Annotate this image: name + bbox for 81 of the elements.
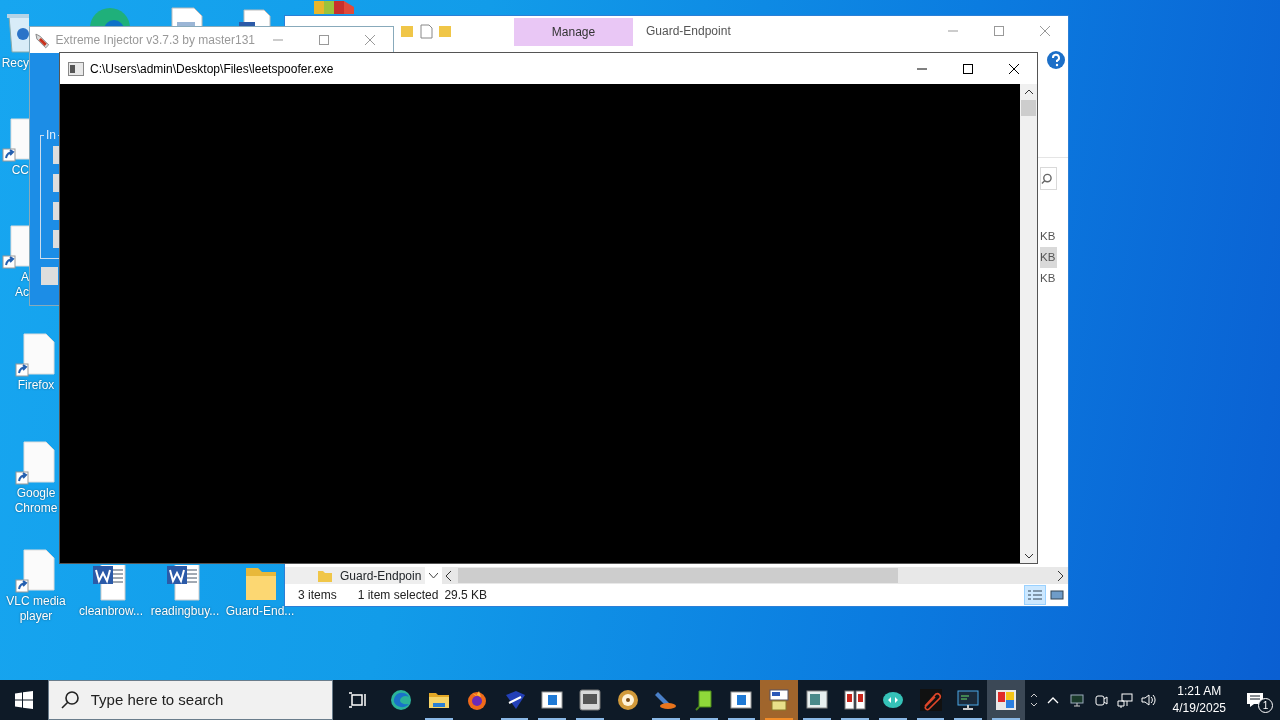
- clock-button[interactable]: 1:21 AM 4/19/2025: [1168, 680, 1231, 720]
- window-title: Guard-Endpoint: [646, 23, 731, 40]
- close-icon: [1040, 26, 1050, 36]
- ribbon-tab[interactable]: Manage: [514, 18, 633, 46]
- document-icon[interactable]: [170, 6, 204, 26]
- shortcut-file-icon[interactable]: [14, 330, 58, 378]
- search-box[interactable]: Type here to search: [47, 680, 334, 720]
- search-icon: [60, 691, 79, 709]
- swoosh-icon: [503, 689, 526, 711]
- paperclip-icon: [919, 689, 942, 711]
- icon-label[interactable]: Guard-End...: [225, 604, 295, 619]
- flame-icon: [465, 689, 488, 711]
- icon-label[interactable]: Google Chrome: [14, 486, 58, 516]
- maximize-icon: [963, 63, 973, 74]
- scroll-right-icon: [1058, 570, 1064, 581]
- window-icon: [541, 689, 564, 711]
- horizontal-scrollbar[interactable]: [442, 567, 1068, 584]
- icon-label[interactable]: A Ac: [15, 270, 29, 300]
- cloud-icon: [881, 689, 904, 711]
- plate-icon: [579, 689, 602, 711]
- calendar-icon: [843, 689, 866, 711]
- icon-label[interactable]: CC: [11, 163, 29, 178]
- icon-label[interactable]: Recy: [1, 56, 29, 71]
- search-icon: [1041, 172, 1052, 185]
- window-title: C:\Users\admin\Desktop\Files\leetspoofer.exe: [90, 60, 334, 78]
- disc-icon: [617, 689, 639, 711]
- windows-logo-icon: [14, 691, 33, 709]
- installer-box-icon: [768, 689, 791, 711]
- console-icon: [68, 61, 84, 76]
- shortcut-file-icon[interactable]: [1, 222, 29, 270]
- vertical-scrollbar[interactable]: [1020, 84, 1037, 563]
- notifications-button[interactable]: 1: [1230, 680, 1280, 720]
- scrollbar-thumb[interactable]: [458, 568, 898, 583]
- document-icon[interactable]: [238, 8, 272, 26]
- notification-count-badge: 1: [1258, 698, 1274, 713]
- close-icon: [365, 35, 375, 45]
- help-icon[interactable]: [1046, 50, 1066, 70]
- search-field[interactable]: [1040, 167, 1057, 190]
- taskbar-button[interactable]: [987, 680, 1026, 720]
- wrench-icon: [654, 689, 677, 711]
- color-blocks-icon[interactable]: [312, 0, 356, 14]
- maximize-icon: [994, 26, 1004, 36]
- network-icon: [1116, 692, 1133, 708]
- close-icon: [1009, 63, 1019, 74]
- task-view-icon: [348, 692, 367, 708]
- icon-label[interactable]: VLC media player: [6, 594, 66, 624]
- search-input[interactable]: Type here to search: [88, 687, 309, 713]
- speaker-icon: [1140, 692, 1157, 708]
- file-size-cell[interactable]: KB: [1040, 226, 1057, 247]
- scrollbar-thumb[interactable]: [1021, 100, 1036, 116]
- item-count-text: 3 items: [298, 587, 337, 604]
- taskbar-button[interactable]: [760, 680, 799, 720]
- chevron-down-icon: [429, 572, 438, 579]
- shortcut-file-icon[interactable]: [1, 115, 29, 163]
- group-label: In: [44, 128, 58, 142]
- scroll-up-icon: [1023, 88, 1034, 96]
- nav-pane-item[interactable]: Guard-Endpoin: [285, 567, 425, 584]
- scroll-down-icon: [1023, 552, 1034, 560]
- shortcut-file-icon[interactable]: [14, 438, 58, 486]
- panel-icon: [806, 689, 829, 711]
- tiles-icon: [995, 689, 1018, 711]
- selection-text: 1 item selected: [357, 587, 439, 604]
- folder-icon: [318, 569, 332, 582]
- camera-icon: [1092, 692, 1109, 708]
- monitor-icon: [957, 689, 980, 711]
- file-size-cell[interactable]: KB: [1040, 247, 1057, 268]
- window-title: Extreme Injector v3.7.3 by master131: [55, 32, 255, 49]
- file-size-cell[interactable]: KB: [1040, 268, 1057, 289]
- monitor-icon: [1068, 692, 1085, 708]
- shortcut-file-icon[interactable]: [14, 546, 58, 594]
- scroll-left-icon: [446, 570, 452, 581]
- window-icon: [730, 689, 753, 711]
- globe-icon: [390, 689, 413, 711]
- up-down-chevron-icon: [1030, 693, 1038, 707]
- selection-size-text: 29.5 KB: [444, 587, 488, 604]
- icon-label[interactable]: Firefox: [17, 378, 55, 393]
- icon-label[interactable]: readingbuy...: [150, 604, 220, 619]
- details-view-icon: [1028, 590, 1042, 600]
- picture-view-icon: [1050, 590, 1064, 600]
- icon-label[interactable]: cleanbrow...: [78, 604, 143, 619]
- maximize-icon: [319, 35, 329, 45]
